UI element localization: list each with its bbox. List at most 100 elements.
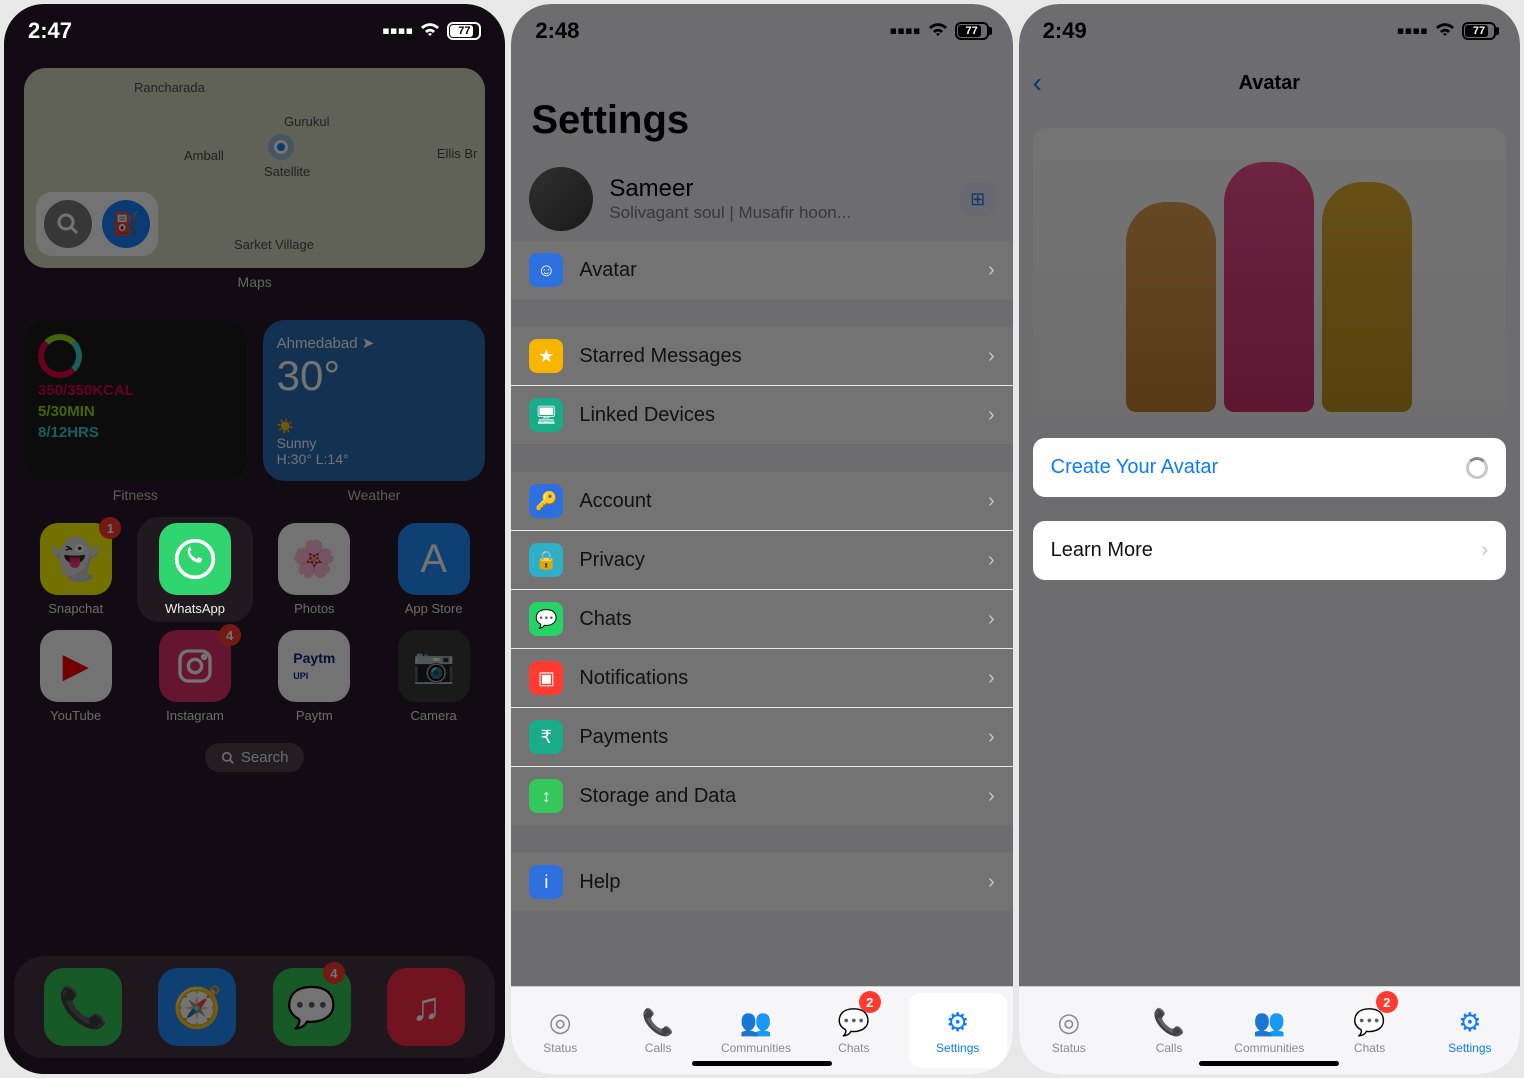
profile-sub: Solivagant soul | Musafir hoon... [609,203,851,223]
row-icon: ☺ [529,253,563,287]
avatar-figure-1 [1126,202,1216,412]
settings-row-chats[interactable]: 💬 Chats › [511,590,1012,649]
row-icon: ₹ [529,720,563,754]
tab-status[interactable]: ◎ Status [511,987,609,1074]
cellular-icon: ▪▪▪▪ [889,18,920,44]
chevron-right-icon: › [988,549,995,572]
settings-row-linked-devices[interactable]: 🖥 Linked Devices › [511,386,1012,444]
notification-badge: 4 [219,624,241,646]
app-photos[interactable]: 🌸 Photos [263,523,366,616]
row-icon: 💬 [529,602,563,636]
app-camera[interactable]: 📷 Camera [382,630,485,723]
map-search-button[interactable] [44,200,92,248]
dock-music[interactable]: ♫ [387,968,465,1046]
avatar-screen: 2:49 ▪▪▪▪ 77 ‹ Avatar Create Your Avatar… [1019,4,1520,1074]
status-bar: 2:49 ▪▪▪▪ 77 [1019,4,1520,58]
app-youtube[interactable]: ▶ YouTube [24,630,127,723]
settings-row-payments[interactable]: ₹ Payments › [511,708,1012,767]
status-bar: 2:47 ▪▪▪▪ 77 [4,4,505,58]
communities-icon: 👥 [740,1007,772,1038]
calls-icon: 📞 [1153,1007,1185,1038]
settings-icon: ⚙ [1458,1007,1481,1038]
row-icon: ★ [529,339,563,373]
dock-phone[interactable]: 📞 [44,968,122,1046]
app-instagram[interactable]: 4 Instagram [143,630,246,723]
tab-settings[interactable]: ⚙ Settings [909,993,1007,1068]
battery-icon: 77 [1462,22,1496,40]
avatar-hero [1033,128,1506,418]
map-fuel-button[interactable]: ⛽ [102,200,150,248]
phone-icon: 📞 [44,968,122,1046]
settings-row-storage-and-data[interactable]: ↕ Storage and Data › [511,767,1012,825]
row-icon: ↕ [529,779,563,813]
status-icon: ◎ [1057,1007,1080,1038]
row-icon: i [529,865,563,899]
settings-screen: 2:48 ▪▪▪▪ 77 Settings Sameer Solivagant … [511,4,1012,1074]
home-indicator[interactable] [1199,1061,1339,1066]
calls-icon: 📞 [642,1007,674,1038]
notification-badge: 2 [1376,991,1398,1013]
app-row-1: 1 👻 Snapchat WhatsApp 🌸 Photos A App Sto… [24,523,485,616]
app-app-store[interactable]: A App Store [382,523,485,616]
nav-bar: ‹ Avatar [1019,58,1520,108]
chevron-right-icon: › [988,259,995,282]
avatar-figure-3 [1322,182,1412,412]
qr-code-button[interactable]: ⊞ [961,182,995,216]
status-icon: ◎ [549,1007,572,1038]
settings-row-privacy[interactable]: 🔒 Privacy › [511,531,1012,590]
tab-settings[interactable]: ⚙ Settings [1420,987,1520,1074]
row-icon: 🔒 [529,543,563,577]
status-bar: 2:48 ▪▪▪▪ 77 [511,4,1012,58]
maps-label: Maps [24,274,485,290]
avatar-figure-2 [1224,162,1314,412]
wifi-icon [1434,18,1456,44]
settings-row-starred-messages[interactable]: ★ Starred Messages › [511,327,1012,386]
dock-safari[interactable]: 🧭 [158,968,236,1046]
fitness-label: Fitness [24,487,247,503]
row-icon: 🖥 [529,398,563,432]
fitness-widget[interactable]: 350/350KCAL 5/30MIN 8/12HRS [24,320,247,481]
settings-row-account[interactable]: 🔑 Account › [511,472,1012,531]
chevron-right-icon: › [988,667,995,690]
wifi-icon [927,18,949,44]
communities-icon: 👥 [1253,1007,1285,1038]
activity-rings-icon [38,334,82,378]
location-dot-icon [274,140,288,154]
profile-cell[interactable]: Sameer Solivagant soul | Musafir hoon...… [511,157,1012,241]
settings-icon: ⚙ [946,1007,969,1038]
battery-icon: 77 [447,22,481,40]
app-whatsapp[interactable]: WhatsApp [143,523,246,616]
app-snapchat[interactable]: 1 👻 Snapchat [24,523,127,616]
settings-row-help[interactable]: i Help › [511,853,1012,911]
home-screen: 2:47 ▪▪▪▪ 77 Rancharada Gurukul Amball S… [4,4,505,1074]
battery-icon: 77 [955,22,989,40]
wifi-icon [419,18,441,44]
avatar-photo [529,167,593,231]
tab-status[interactable]: ◎ Status [1019,987,1119,1074]
chevron-right-icon: › [988,345,995,368]
chevron-right-icon: › [988,404,995,427]
status-time: 2:48 [535,18,579,44]
back-button[interactable]: ‹ [1033,67,1042,99]
learn-more-button[interactable]: Learn More › [1033,521,1506,580]
music-icon: ♫ [387,968,465,1046]
home-indicator[interactable] [692,1061,832,1066]
app-row-2: ▶ YouTube 4 Instagram PaytmUPI Paytm 📷 C… [24,630,485,723]
spinner-icon [1466,457,1488,479]
chevron-right-icon: › [988,726,995,749]
weather-widget[interactable]: Ahmedabad ➤ 30° ☀️ Sunny H:30° L:14° [263,320,486,481]
settings-row-notifications[interactable]: ▣ Notifications › [511,649,1012,708]
chevron-right-icon: › [988,785,995,808]
page-title: Settings [511,58,1012,157]
home-search[interactable]: Search [205,743,305,772]
settings-row-avatar[interactable]: ☺ Avatar › [511,241,1012,299]
status-time: 2:49 [1043,18,1087,44]
cellular-icon: ▪▪▪▪ [1397,18,1428,44]
status-time: 2:47 [28,18,72,44]
dock-messages[interactable]: 4💬 [273,968,351,1046]
maps-widget[interactable]: Rancharada Gurukul Amball Satellite Elli… [24,68,485,268]
row-icon: 🔑 [529,484,563,518]
safari-icon: 🧭 [158,968,236,1046]
create-avatar-button[interactable]: Create Your Avatar [1033,438,1506,497]
app-paytm[interactable]: PaytmUPI Paytm [263,630,366,723]
